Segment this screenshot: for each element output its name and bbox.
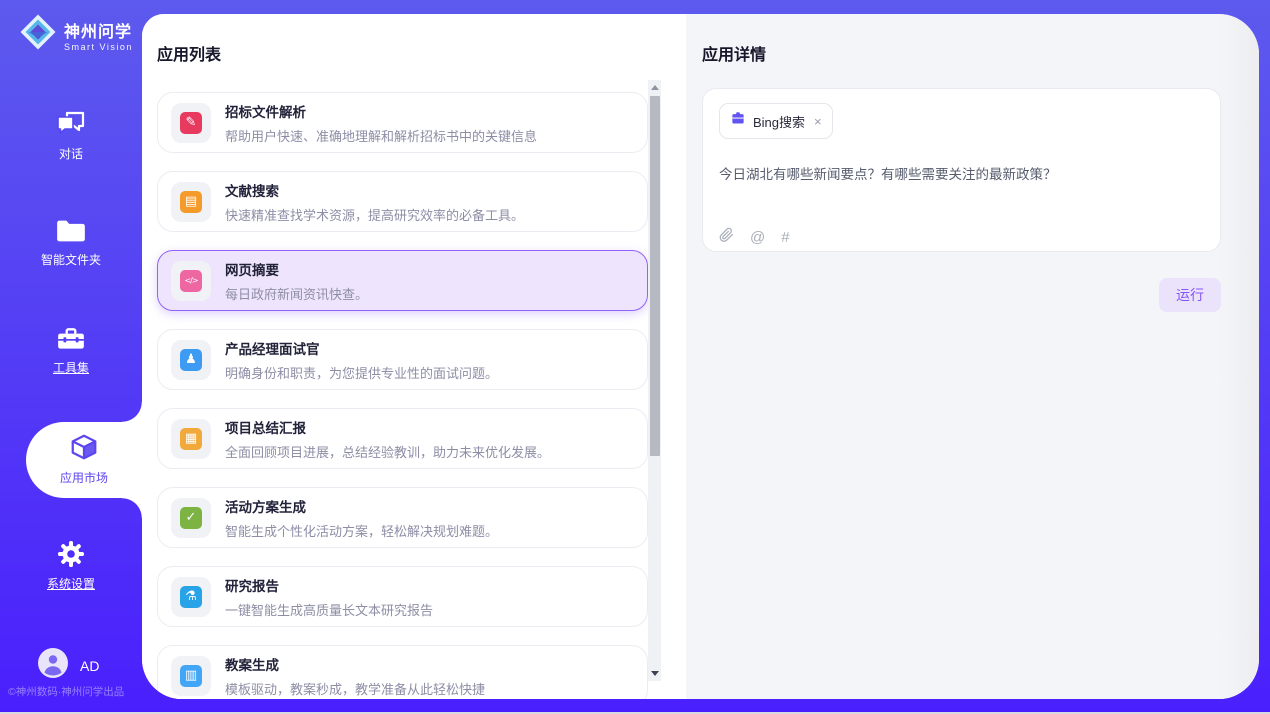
avatar	[38, 648, 68, 683]
app-card-web-summary-selected[interactable]: </> 网页摘要 每日政府新闻资讯快查。	[157, 250, 648, 311]
brand-logo: 神州问学 Smart Vision	[18, 12, 133, 57]
cube-icon	[69, 449, 99, 466]
book-icon: ▤	[171, 182, 211, 222]
app-name: 研究报告	[225, 575, 433, 595]
app-name: 项目总结汇报	[225, 417, 550, 437]
app-name: 活动方案生成	[225, 496, 498, 516]
folder-icon	[0, 218, 142, 244]
app-name: 网页摘要	[225, 259, 368, 279]
icon-glyph: ▥	[180, 665, 202, 687]
app-name: 招标文件解析	[225, 101, 537, 121]
sidebar-item-label: 智能文件夹	[0, 251, 142, 268]
brand-diamond-icon	[18, 12, 58, 57]
prompt-card[interactable]: Bing搜索 × 今日湖北有哪些新闻要点？有哪些需要关注的最新政策？ @ #	[702, 88, 1221, 252]
toolbox-icon	[0, 326, 142, 352]
app-desc: 一键智能生成高质量长文本研究报告	[225, 600, 433, 619]
edit-document-icon: ✎	[171, 103, 211, 143]
hash-icon[interactable]: #	[781, 229, 789, 246]
brand-name: 神州问学	[64, 18, 133, 42]
scroll-down-icon[interactable]	[651, 671, 659, 676]
icon-glyph: </>	[180, 270, 202, 292]
sidebar-item-label: 应用市场	[26, 469, 142, 486]
summary-note-icon: ▦	[171, 419, 211, 459]
chat-icon	[0, 110, 142, 138]
app-card-project-summary[interactable]: ▦ 项目总结汇报 全面回顾项目进展，总结经验教训，助力未来优化发展。	[157, 408, 648, 469]
at-mention-icon[interactable]: @	[750, 229, 765, 246]
app-card-research-report[interactable]: ⚗ 研究报告 一键智能生成高质量长文本研究报告	[157, 566, 648, 627]
tool-chip-bing-search[interactable]: Bing搜索 ×	[719, 103, 833, 139]
close-icon[interactable]: ×	[814, 114, 822, 129]
app-detail-panel: 应用详情 Bing搜索 × 今日湖北有哪些新闻要点？有哪些需要关注的最新政策？	[686, 14, 1259, 699]
web-code-icon: </>	[171, 261, 211, 301]
app-desc: 明确身份和职责，为您提供专业性的面试问题。	[225, 363, 498, 382]
main-content: 应用列表 ✎ 招标文件解析 帮助用户快速、准确地理解和解析招标书中的关键信息 ▤…	[142, 14, 1259, 699]
icon-glyph: ✓	[180, 507, 202, 529]
app-desc: 智能生成个性化活动方案，轻松解决规划难题。	[225, 521, 498, 540]
active-tab-fillet-bottom	[122, 498, 142, 518]
books-icon: ▥	[171, 656, 211, 696]
sidebar-item-label: 工具集	[0, 359, 142, 376]
icon-glyph: ✎	[180, 112, 202, 134]
icon-glyph: ♟	[180, 349, 202, 371]
app-desc: 帮助用户快速、准确地理解和解析招标书中的关键信息	[225, 126, 537, 145]
app-list-panel: 应用列表 ✎ 招标文件解析 帮助用户快速、准确地理解和解析招标书中的关键信息 ▤…	[142, 14, 686, 699]
tool-chip-label: Bing搜索	[753, 112, 805, 131]
user-name: AD	[80, 658, 99, 674]
sidebar-item-label: 系统设置	[0, 575, 142, 592]
clipboard-check-icon: ✓	[171, 498, 211, 538]
icon-glyph: ▤	[180, 191, 202, 213]
sidebar-item-app-market-active[interactable]: 应用市场	[26, 422, 142, 498]
scrollbar-thumb[interactable]	[650, 96, 660, 456]
app-name: 文献搜索	[225, 180, 524, 200]
gear-icon	[0, 540, 142, 568]
app-list-title: 应用列表	[157, 41, 686, 65]
icon-glyph: ▦	[180, 428, 202, 450]
app-name: 教案生成	[225, 654, 485, 674]
app-desc: 快速精准查找学术资源，提高研究效率的必备工具。	[225, 205, 524, 224]
app-card-lesson-plan[interactable]: ▥ 教案生成 模板驱动，教案秒成，教学准备从此轻松快捷	[157, 645, 648, 699]
app-card-tender-analysis[interactable]: ✎ 招标文件解析 帮助用户快速、准确地理解和解析招标书中的关键信息	[157, 92, 648, 153]
microscope-icon: ⚗	[171, 577, 211, 617]
app-list: ✎ 招标文件解析 帮助用户快速、准确地理解和解析招标书中的关键信息 ▤ 文献搜索…	[157, 92, 648, 699]
sidebar-item-toolset[interactable]: 工具集	[0, 326, 142, 376]
input-toolbar: @ #	[719, 227, 1204, 248]
query-text[interactable]: 今日湖北有哪些新闻要点？有哪些需要关注的最新政策？	[719, 163, 1204, 183]
app-desc: 全面回顾项目进展，总结经验教训，助力未来优化发展。	[225, 442, 550, 461]
copyright-text: ©神州数码·神州问学出品	[8, 684, 124, 699]
briefcase-icon	[730, 111, 746, 131]
app-detail-title: 应用详情	[702, 41, 1221, 65]
sidebar-item-label: 对话	[0, 145, 142, 162]
sidebar-item-smart-folder[interactable]: 智能文件夹	[0, 218, 142, 268]
sidebar: 神州问学 Smart Vision 对话 智能文件夹	[0, 0, 142, 714]
active-tab-fillet-top	[122, 402, 142, 422]
sidebar-item-chat[interactable]: 对话	[0, 110, 142, 162]
sidebar-item-settings[interactable]: 系统设置	[0, 540, 142, 592]
app-card-literature-search[interactable]: ▤ 文献搜索 快速精准查找学术资源，提高研究效率的必备工具。	[157, 171, 648, 232]
app-card-event-plan[interactable]: ✓ 活动方案生成 智能生成个性化活动方案，轻松解决规划难题。	[157, 487, 648, 548]
app-card-pm-interviewer[interactable]: ♟ 产品经理面试官 明确身份和职责，为您提供专业性的面试问题。	[157, 329, 648, 390]
brand-subtitle: Smart Vision	[64, 42, 133, 52]
paperclip-icon[interactable]	[719, 227, 734, 248]
app-name: 产品经理面试官	[225, 338, 498, 358]
icon-glyph: ⚗	[180, 586, 202, 608]
interviewer-icon: ♟	[171, 340, 211, 380]
scroll-up-icon[interactable]	[651, 85, 659, 90]
run-button[interactable]: 运行	[1159, 278, 1221, 312]
app-desc: 每日政府新闻资讯快查。	[225, 284, 368, 303]
user-account[interactable]: AD	[38, 648, 99, 683]
app-desc: 模板驱动，教案秒成，教学准备从此轻松快捷	[225, 679, 485, 698]
list-scrollbar[interactable]	[648, 80, 661, 681]
